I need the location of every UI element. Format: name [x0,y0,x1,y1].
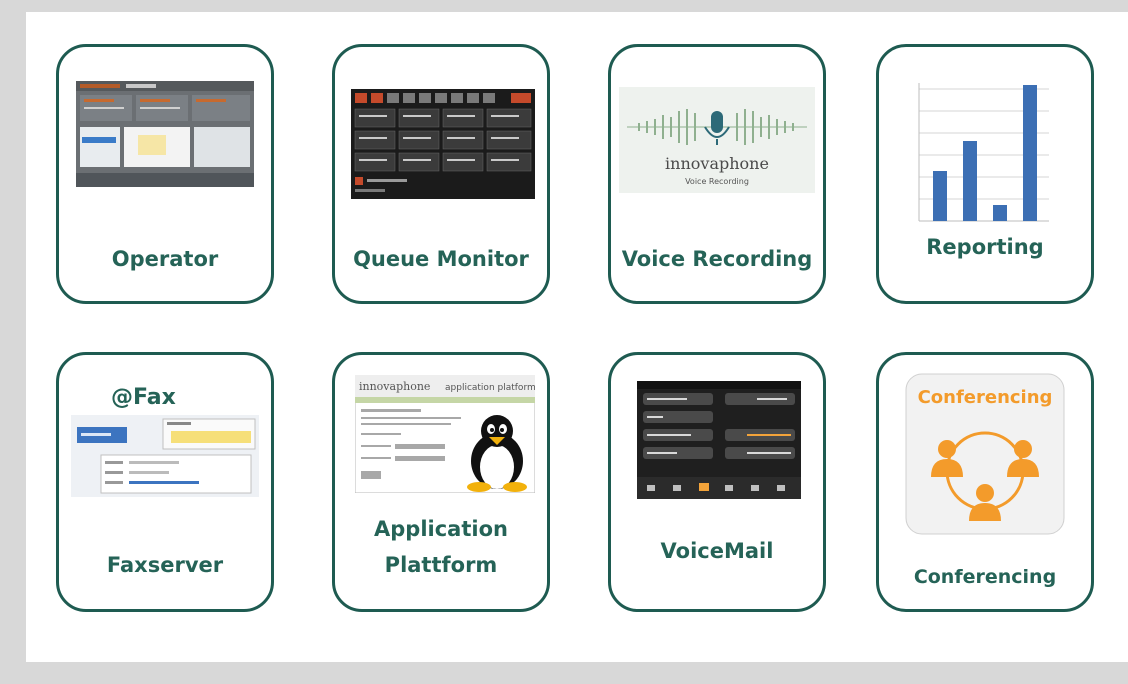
conferencing-icon-caption: Conferencing [918,387,1053,408]
linux-penguin-icon: innovaphone application platform [355,375,535,493]
tile-operator[interactable]: Operator [56,44,274,304]
tile-label-operator: Operator [111,247,219,271]
voicemail-phone-screenshot-icon [637,381,801,499]
app-grid-panel: Operator Queue Monitor innovaphone Voice… [26,12,1128,662]
tile-label-voice-recording: Voice Recording [621,247,813,271]
tile-label-application-platform-line1: Application [374,517,508,541]
tile-label-conferencing: Conferencing [913,566,1057,588]
tile-label-faxserver: Faxserver [106,553,224,577]
tile-conferencing[interactable]: Conferencing Conferencing [876,352,1094,612]
fax-heading: @Fax [111,385,176,410]
queue-monitor-screenshot-icon [351,89,535,199]
tile-label-reporting: Reporting [926,235,1044,259]
tile-queue-monitor[interactable]: Queue Monitor [332,44,550,304]
voice-recording-logo-brand: innovaphone [665,154,769,173]
tile-voicemail[interactable]: VoiceMail [608,352,826,612]
bar-chart-icon [909,79,1059,229]
tile-label-voicemail: VoiceMail [660,539,774,563]
tile-reporting[interactable]: Reporting [876,44,1094,304]
tile-label-application-platform-line2: Plattform [384,553,498,577]
fax-screenshot-icon [71,415,259,497]
app-platform-logo-brand: innovaphone [359,380,430,393]
voice-recording-logo-icon: innovaphone Voice Recording [619,87,815,193]
tile-label-queue-monitor: Queue Monitor [353,247,529,271]
tile-voice-recording[interactable]: innovaphone Voice Recording Voice Record… [608,44,826,304]
voice-recording-logo-caption: Voice Recording [685,177,749,186]
operator-screenshot-icon [76,81,254,187]
tile-application-platform[interactable]: innovaphone application platform Applica… [332,352,550,612]
app-platform-logo-caption: application platform [445,383,535,393]
tile-faxserver[interactable]: @Fax Faxserver [56,352,274,612]
conferencing-people-icon: Conferencing [905,373,1065,535]
